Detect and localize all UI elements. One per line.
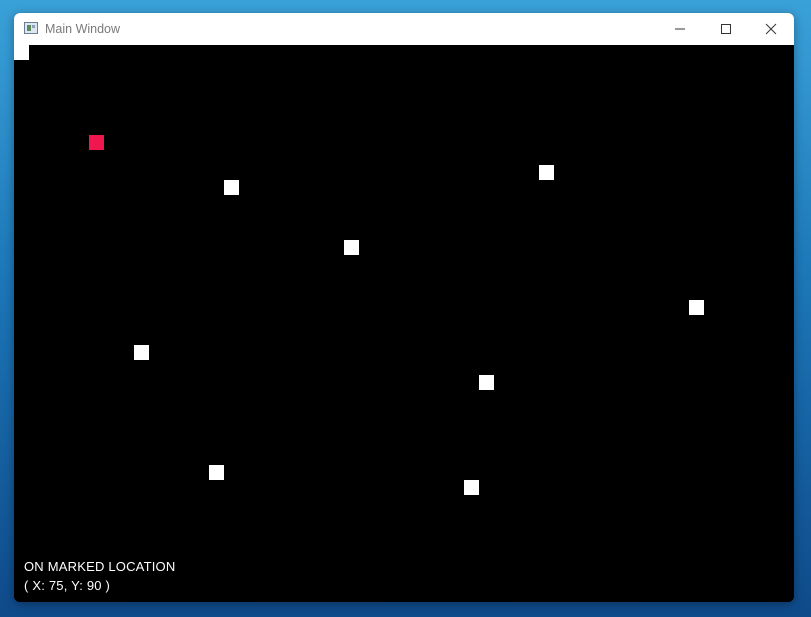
game-tile[interactable] xyxy=(209,465,224,480)
status-text: ON MARKED LOCATION ( X: 75, Y: 90 ) xyxy=(24,557,175,595)
game-tile[interactable] xyxy=(689,300,704,315)
game-canvas[interactable]: ON MARKED LOCATION ( X: 75, Y: 90 ) xyxy=(14,45,794,602)
maximize-icon xyxy=(721,24,731,34)
game-tile[interactable] xyxy=(479,375,494,390)
close-icon xyxy=(765,23,777,35)
minimize-button[interactable] xyxy=(657,13,703,45)
game-tile[interactable] xyxy=(464,480,479,495)
window-title: Main Window xyxy=(45,22,121,36)
game-tile[interactable] xyxy=(224,180,239,195)
minimize-icon xyxy=(675,28,685,30)
app-icon xyxy=(24,22,38,34)
coordinate-readout: ( X: 75, Y: 90 ) xyxy=(24,578,111,593)
status-message: ON MARKED LOCATION xyxy=(24,559,176,574)
marked-tile[interactable] xyxy=(89,135,104,150)
title-bar[interactable]: Main Window xyxy=(14,13,794,45)
close-button[interactable] xyxy=(748,13,794,45)
game-tile[interactable] xyxy=(134,345,149,360)
main-window: Main Window ON MARKED LOCATION (X: 75, … xyxy=(14,13,794,602)
maximize-button[interactable] xyxy=(703,13,749,45)
game-tile[interactable] xyxy=(539,165,554,180)
game-tile[interactable] xyxy=(344,240,359,255)
player-cursor xyxy=(14,45,29,60)
